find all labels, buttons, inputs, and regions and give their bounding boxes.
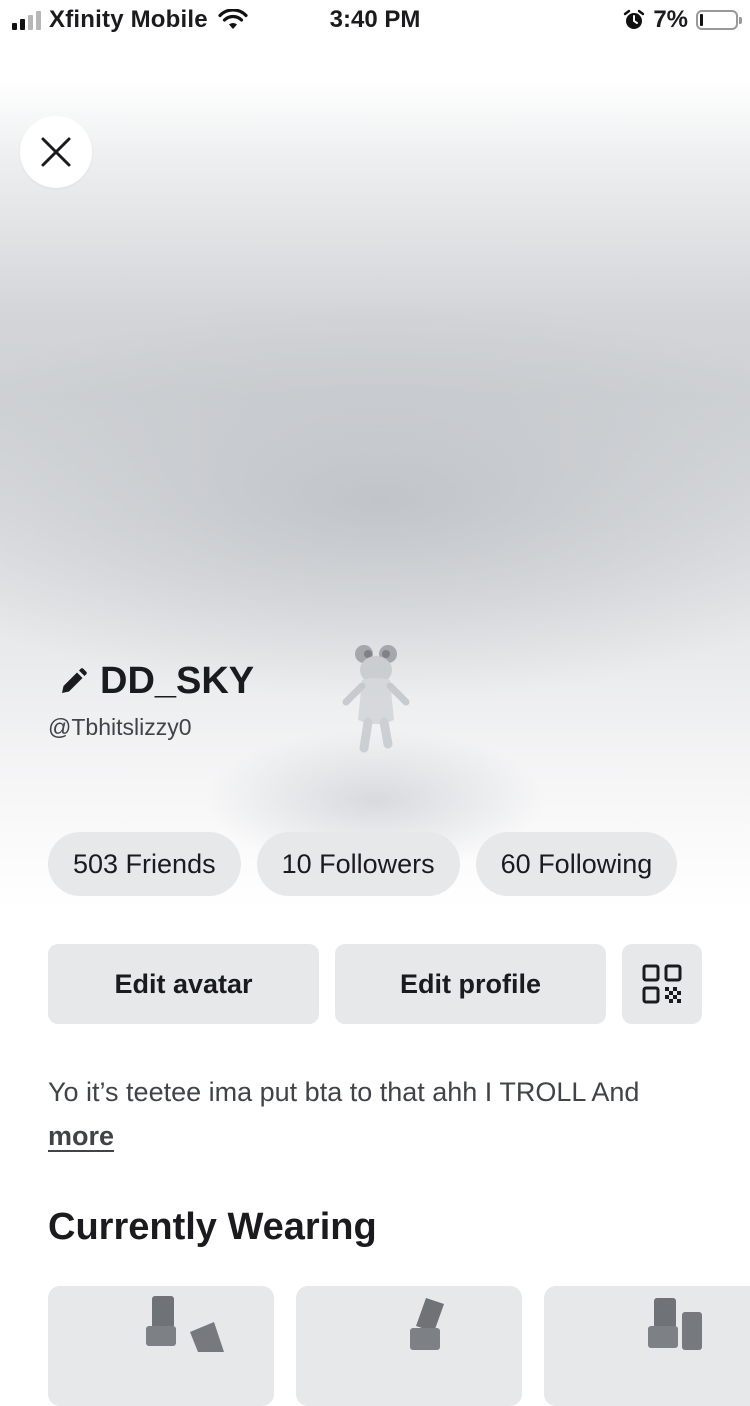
alarm-icon (624, 9, 645, 29)
display-name: DD_SKY (100, 660, 255, 702)
status-bar-right: 7% (623, 6, 742, 34)
following-pill[interactable]: 60 Following (475, 832, 678, 896)
bio-text: Yo it’s teetee ima put bta to that ahh I… (48, 1077, 640, 1107)
battery-icon (696, 10, 742, 30)
friends-pill[interactable]: 503 Friends (48, 832, 241, 896)
item-thumbnail-icon (410, 1298, 444, 1350)
qr-code-icon (642, 964, 682, 1004)
edit-profile-button[interactable]: Edit profile (335, 944, 606, 1024)
profile-actions: Edit avatar Edit profile (48, 944, 702, 1024)
battery-percent: 7% (653, 6, 688, 33)
edit-avatar-button[interactable]: Edit avatar (48, 944, 319, 1024)
item-thumbnail-icon (146, 1296, 224, 1352)
currently-wearing-list (48, 1286, 750, 1406)
avatar-backdrop (0, 80, 750, 910)
close-icon (41, 137, 71, 167)
pencil-icon[interactable] (58, 667, 88, 697)
bio-more-link[interactable]: more (48, 1121, 114, 1152)
qr-code-button[interactable] (622, 944, 702, 1024)
close-button[interactable] (20, 116, 92, 188)
wearing-item-card[interactable] (48, 1286, 274, 1406)
stats-row: 503 Friends 10 Followers 60 Following (48, 832, 678, 896)
display-name-row: DD_SKY (58, 660, 254, 703)
item-thumbnail-icon (648, 1298, 702, 1350)
status-bar: Xfinity Mobile 3:40 PM 7% (0, 0, 750, 40)
wearing-item-card[interactable] (544, 1286, 750, 1406)
currently-wearing-title: Currently Wearing (48, 1206, 377, 1248)
wearing-item-card[interactable] (296, 1286, 522, 1406)
avatar-figure[interactable] (336, 640, 416, 755)
username: @Tbhitslizzy0 (48, 714, 192, 740)
followers-pill[interactable]: 10 Followers (256, 832, 460, 896)
